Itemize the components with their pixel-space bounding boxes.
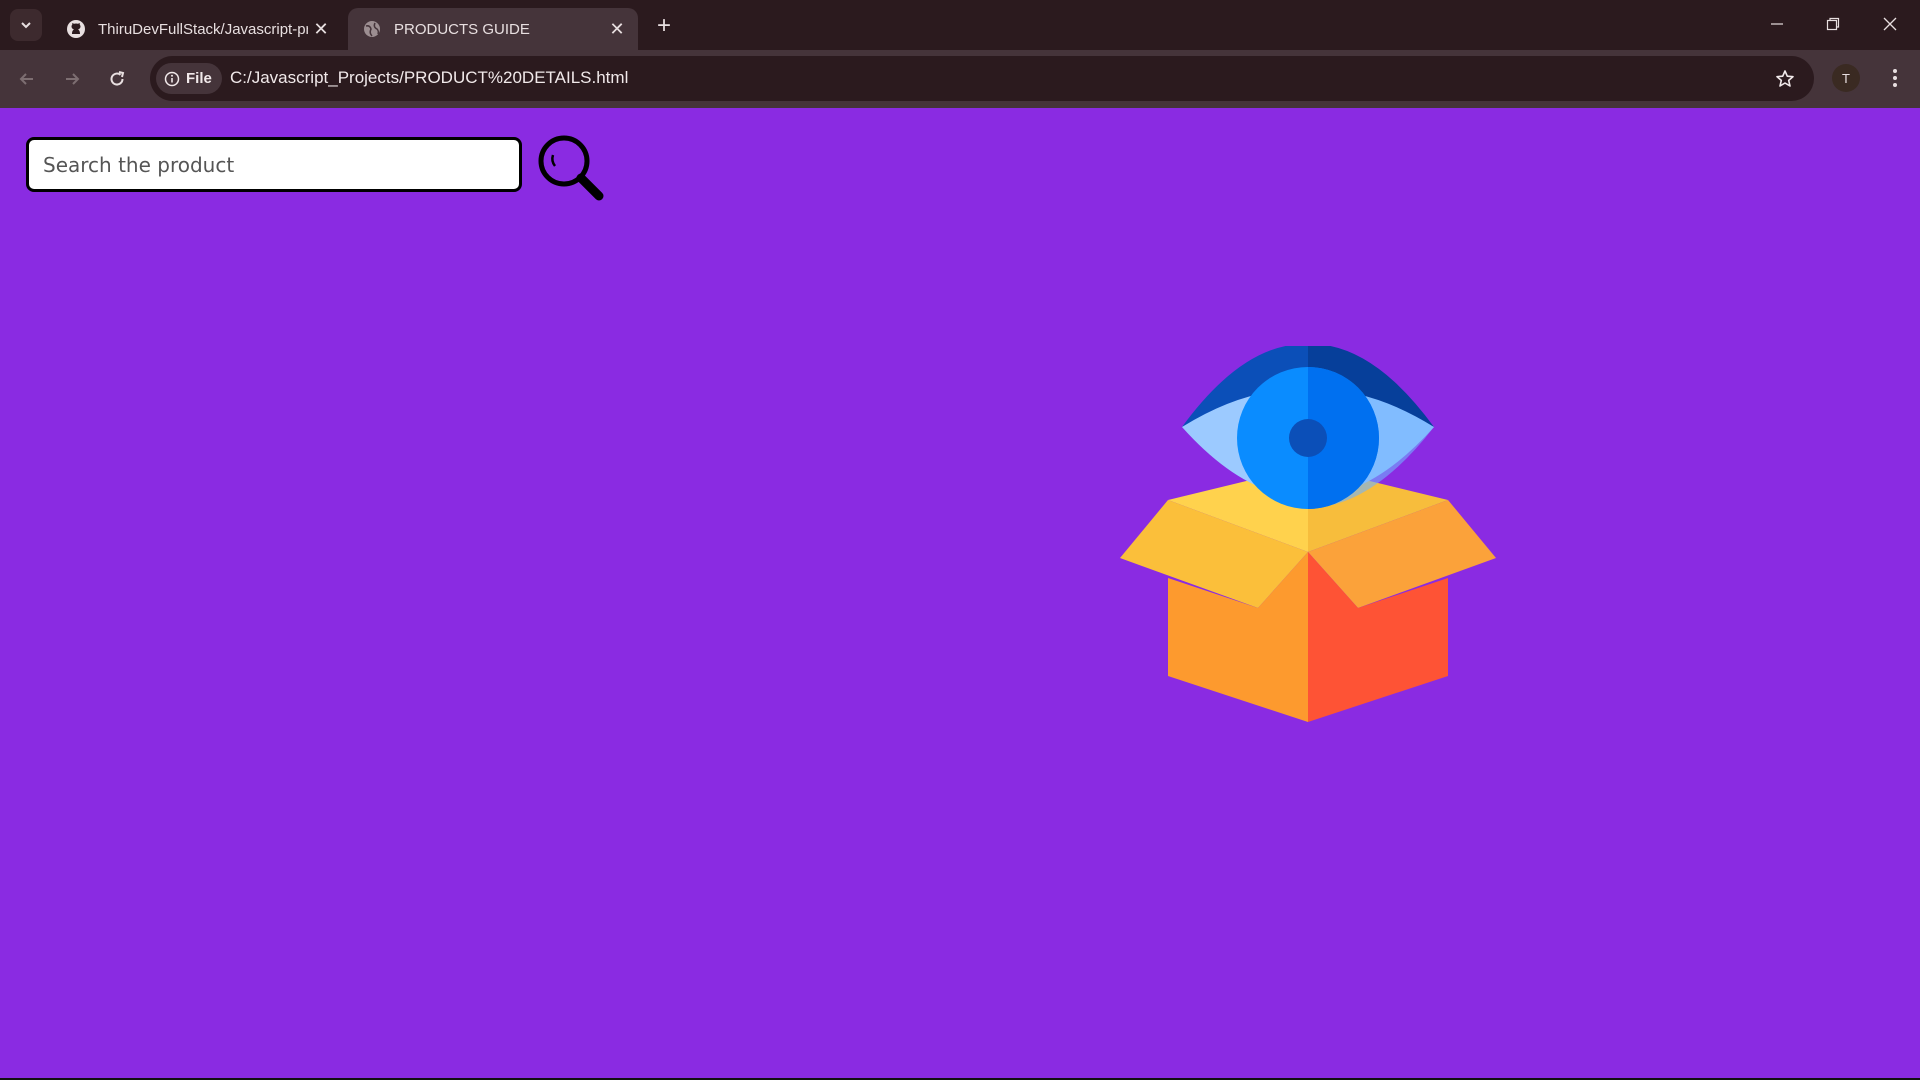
reload-button[interactable] — [100, 62, 134, 96]
address-bar[interactable]: File C:/Javascript_Projects/PRODUCT%20DE… — [150, 56, 1814, 101]
arrow-left-icon — [19, 73, 33, 85]
globe-icon — [362, 19, 382, 39]
search-input[interactable] — [26, 137, 522, 192]
minimize-icon[interactable] — [1754, 6, 1800, 42]
tab-products-guide[interactable]: PRODUCTS GUIDE ✕ — [348, 8, 638, 50]
info-icon — [164, 71, 180, 86]
tab-search-button[interactable] — [10, 9, 42, 41]
reload-icon — [110, 71, 125, 86]
file-label: File — [186, 70, 212, 87]
close-window-icon[interactable] — [1867, 6, 1913, 42]
restore-icon[interactable] — [1810, 6, 1856, 42]
search-button[interactable] — [536, 133, 604, 201]
toolbar: File C:/Javascript_Projects/PRODUCT%20DE… — [0, 50, 1920, 108]
back-button[interactable] — [10, 62, 44, 96]
chevron-down-icon — [21, 22, 31, 29]
more-menu-icon[interactable] — [1880, 62, 1910, 94]
forward-button[interactable] — [55, 62, 89, 96]
url-text[interactable]: C:/Javascript_Projects/PRODUCT%20DETAILS… — [230, 68, 628, 88]
tab-github[interactable]: ThiruDevFullStack/Javascript-pr ✕ — [52, 8, 342, 50]
site-info-chip[interactable]: File — [156, 63, 222, 94]
profile-avatar[interactable]: T — [1832, 64, 1860, 92]
arrow-right-icon — [66, 73, 80, 85]
search-icon — [538, 135, 604, 201]
eye-over-open-box-icon — [1118, 343, 1498, 726]
tab-strip: ThiruDevFullStack/Javascript-pr ✕ PRODUC… — [0, 0, 1920, 50]
new-tab-button[interactable]: + — [650, 12, 678, 40]
tab-title: PRODUCTS GUIDE — [394, 20, 530, 38]
github-icon — [66, 19, 86, 39]
close-icon[interactable]: ✕ — [604, 16, 630, 42]
bookmark-star-icon[interactable] — [1772, 66, 1798, 92]
tab-title: ThiruDevFullStack/Javascript-pr — [98, 20, 308, 38]
close-icon[interactable]: ✕ — [308, 16, 334, 42]
browser-chrome: ThiruDevFullStack/Javascript-pr ✕ PRODUC… — [0, 0, 1920, 108]
